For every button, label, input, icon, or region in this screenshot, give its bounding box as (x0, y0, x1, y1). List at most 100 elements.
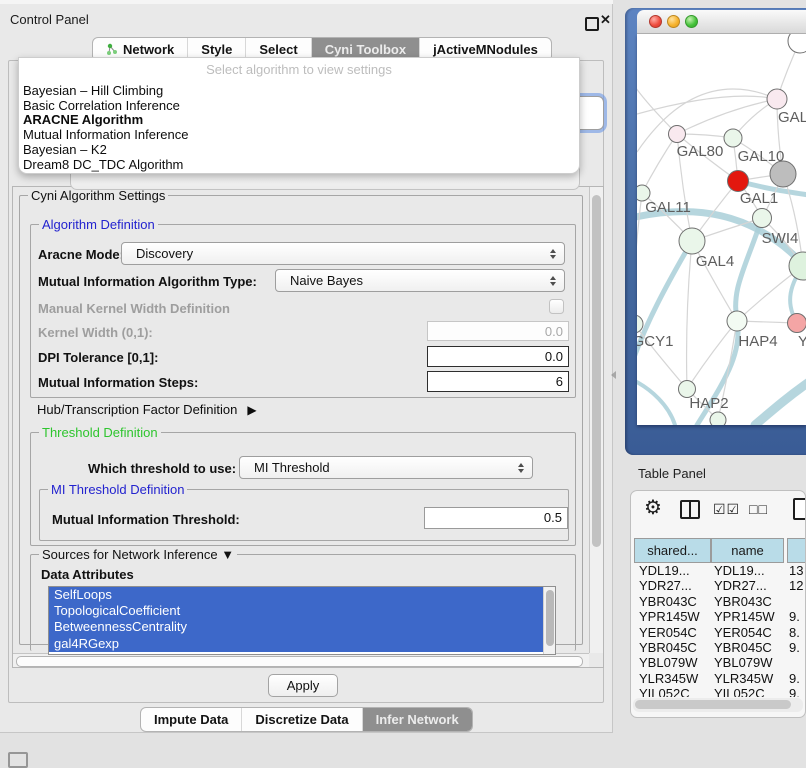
network-node[interactable] (770, 161, 796, 187)
select-all-checkboxes-icon[interactable]: ☑☑ (713, 501, 740, 518)
network-node-gal4[interactable] (679, 228, 705, 254)
table-row[interactable]: YLR345WYLR345W9. (631, 671, 805, 686)
network-node[interactable] (710, 412, 726, 425)
table-row[interactable]: YER054CYER054C8. (631, 625, 805, 640)
algorithm-option[interactable]: Basic Correlation Inference (21, 99, 577, 114)
close-window-icon[interactable] (649, 15, 662, 28)
list-scrollbar[interactable] (543, 587, 555, 654)
network-node[interactable] (788, 34, 806, 53)
tab-label: Discretize Data (255, 708, 348, 731)
table-cell: YLR345W (714, 671, 773, 686)
table-cell: 12 (789, 578, 803, 593)
network-node-hap4[interactable] (727, 311, 747, 331)
gear-icon[interactable]: ⚙ (644, 495, 662, 520)
network-edge[interactable] (637, 96, 777, 114)
settings-vertical-scrollbar[interactable] (589, 187, 603, 653)
table-cell: YBR045C (714, 640, 772, 655)
deselect-all-checkboxes-icon[interactable]: □□ (749, 501, 768, 517)
mi-type-select[interactable]: Naive Bayes (275, 269, 565, 292)
horizontal-scroll-thumb[interactable] (16, 656, 583, 667)
disclosure-right-icon[interactable]: ▶ (247, 403, 256, 417)
network-window-titlebar[interactable] (637, 10, 806, 34)
table-row[interactable]: YPR145WYPR145W9. (631, 609, 805, 624)
network-node-swi4[interactable] (753, 209, 772, 228)
hub-definition-disclosure[interactable]: Hub/Transcription Factor Definition ▶ (37, 402, 257, 417)
apply-button[interactable]: Apply (268, 674, 338, 697)
float-window-icon[interactable] (585, 17, 599, 31)
threshold-definition-group: Threshold Definition Which threshold to … (30, 432, 576, 546)
table-row[interactable]: YBR045CYBR045C9. (631, 640, 805, 655)
panel-resize-nub[interactable] (611, 371, 616, 379)
split-columns-icon[interactable] (680, 500, 700, 519)
table-panel: ⚙ ☑☑ □□ shared...name YDL19...YDL19...13… (630, 490, 806, 718)
table-function-icon[interactable] (793, 498, 806, 520)
aracne-mode-value: Discovery (136, 246, 193, 261)
close-panel-icon[interactable]: ✕ (600, 12, 611, 28)
column-header[interactable]: name (711, 538, 784, 563)
table-cell: YPR145W (639, 609, 700, 624)
table-row[interactable]: YBR043CYBR043C (631, 594, 805, 609)
hub-definition-label: Hub/Transcription Factor Definition (37, 402, 237, 417)
network-node-gal[interactable] (767, 89, 787, 109)
data-attributes-list[interactable]: SelfLoopsTopologicalCoefficientBetweenne… (48, 586, 556, 655)
column-header[interactable] (787, 538, 806, 563)
data-attribute-item[interactable]: gal4RGexp (49, 636, 543, 652)
dpi-tolerance-field[interactable]: 0.0 (427, 346, 569, 367)
table-body: YDL19...YDL19...13YDR27...YDR27...12YBR0… (631, 563, 805, 697)
network-node-gal80[interactable] (669, 126, 686, 143)
manual-kernel-label: Manual Kernel Width Definition (38, 301, 230, 316)
aracne-mode-select[interactable]: Discovery (121, 242, 565, 265)
table-row[interactable]: YBL079WYBL079W (631, 655, 805, 670)
network-canvas[interactable]: GALGAL80GAL10GAL1GAL11SWI4GAL4GCY1HAP4YH… (637, 34, 806, 425)
tab-impute-data[interactable]: Impute Data (141, 708, 241, 731)
network-edge-thick[interactable] (755, 382, 806, 425)
data-attribute-item[interactable]: SelfLoops (49, 587, 543, 603)
network-view-window[interactable]: GALGAL80GAL10GAL1GAL11SWI4GAL4GCY1HAP4YH… (625, 8, 806, 455)
minimized-panel-icon[interactable] (8, 752, 28, 768)
mi-threshold-field[interactable]: 0.5 (424, 507, 568, 529)
cyni-algorithm-settings-group: Cyni Algorithm Settings Algorithm Defini… (19, 195, 583, 645)
table-scroll-thumb[interactable] (635, 700, 791, 709)
network-graph: GALGAL80GAL10GAL1GAL11SWI4GAL4GCY1HAP4YH… (637, 34, 806, 425)
manual-kernel-checkbox[interactable] (549, 299, 564, 314)
tab-discretize-data[interactable]: Discretize Data (241, 708, 361, 731)
table-cell: YDL19... (714, 563, 765, 578)
mi-steps-field[interactable]: 6 (427, 371, 569, 392)
table-row[interactable]: YDL19...YDL19...13 (631, 563, 805, 578)
algorithm-option[interactable]: ARACNE Algorithm (21, 113, 577, 128)
network-node-y[interactable] (788, 314, 806, 333)
network-edge[interactable] (637, 74, 677, 134)
network-edge[interactable] (642, 134, 677, 193)
network-edge[interactable] (687, 241, 692, 389)
algorithm-option[interactable]: Mutual Information Inference (21, 128, 577, 143)
tab-infer-network[interactable]: Infer Network (362, 708, 472, 731)
network-node-gal1[interactable] (728, 171, 749, 192)
data-attribute-item[interactable]: BetweennessCentrality (49, 619, 543, 635)
zoom-window-icon[interactable] (685, 15, 698, 28)
algorithm-option[interactable]: Dream8 DC_TDC Algorithm (21, 158, 577, 173)
network-node-gcy1[interactable] (637, 315, 643, 333)
network-edge[interactable] (677, 99, 777, 134)
column-header[interactable]: shared... (634, 538, 711, 563)
which-threshold-select[interactable]: MI Threshold (239, 456, 533, 479)
table-cell: 9. (789, 609, 800, 624)
settings-horizontal-scrollbar[interactable] (13, 653, 589, 667)
kernel-width-field[interactable]: 0.0 (427, 321, 569, 341)
data-attribute-item[interactable]: TopologicalCoefficient (49, 603, 543, 619)
vertical-scroll-thumb[interactable] (592, 195, 601, 547)
list-scroll-thumb[interactable] (546, 590, 554, 646)
table-cell: 9. (789, 640, 800, 655)
network-edge-thick[interactable] (637, 379, 675, 425)
network-node-gal10[interactable] (724, 129, 742, 147)
network-edge[interactable] (687, 321, 737, 389)
combo-spinner-icon (518, 463, 524, 473)
algorithm-option[interactable]: Bayesian – K2 (21, 143, 577, 158)
algorithm-definition-group: Algorithm Definition Aracne Mode: Discov… (30, 224, 576, 398)
table-row[interactable]: YDR27...YDR27...12 (631, 578, 805, 593)
table-horizontal-scrollbar[interactable] (633, 698, 803, 712)
algorithm-option[interactable]: Bayesian – Hill Climbing (21, 84, 577, 99)
kernel-width-label: Kernel Width (0,1): (38, 325, 153, 340)
disclosure-down-icon[interactable]: ▼ (221, 547, 234, 562)
minimize-window-icon[interactable] (667, 15, 680, 28)
table-row[interactable]: YIL052CYIL052C9. (631, 686, 805, 697)
